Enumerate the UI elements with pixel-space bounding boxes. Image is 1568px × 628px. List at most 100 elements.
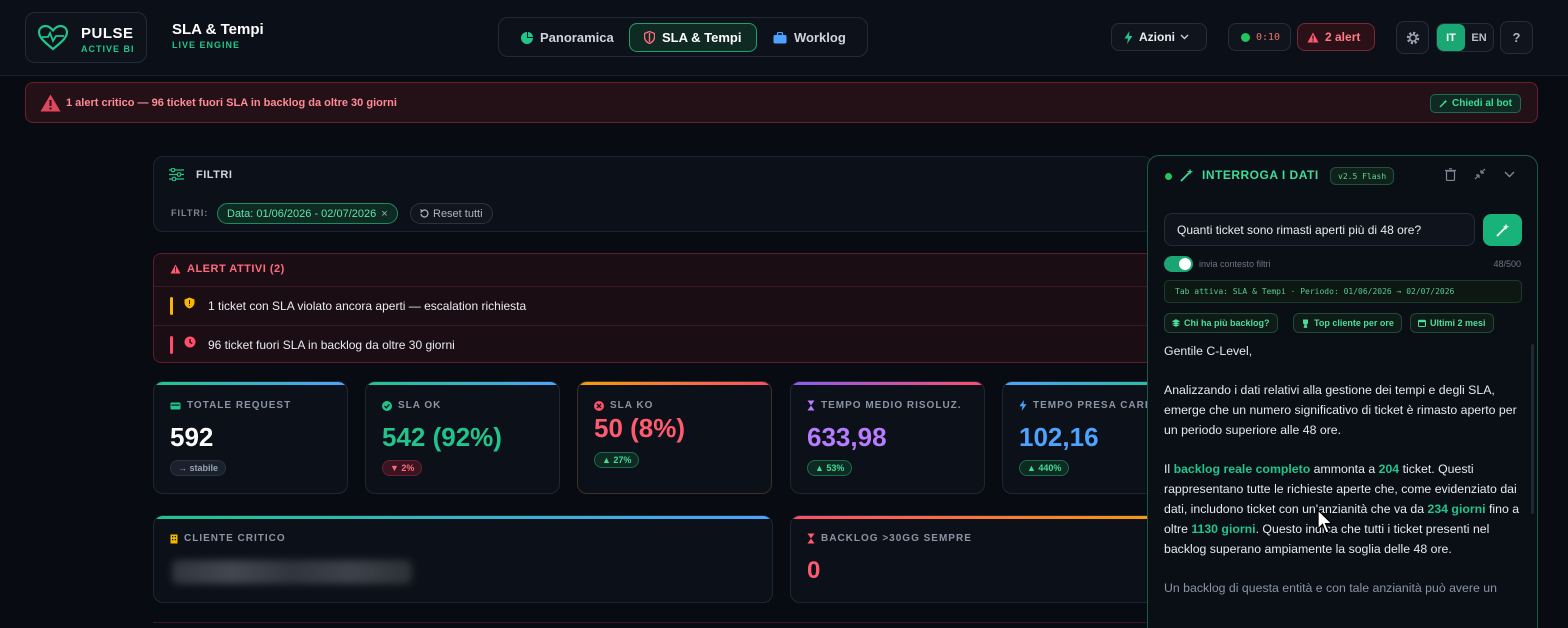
banner-text: 1 alert critico — 96 ticket fuori SLA in… xyxy=(66,97,397,109)
calendar-icon xyxy=(1418,319,1426,327)
lang-en-button[interactable]: EN xyxy=(1465,24,1493,51)
layers-icon xyxy=(1172,319,1180,327)
reset-label: Reset tutti xyxy=(433,207,483,220)
alerts-title-text: ALERT ATTIVI (2) xyxy=(187,263,285,275)
chevron-down-icon[interactable] xyxy=(1504,171,1515,178)
suggestion-text: Chi ha più backlog? xyxy=(1184,318,1270,328)
kpi-label: TEMPO PRESA CARICO xyxy=(1019,400,1166,411)
chat-question-input[interactable] xyxy=(1164,213,1475,246)
chevron-down-icon xyxy=(1180,34,1189,40)
close-icon[interactable]: × xyxy=(381,208,387,220)
hourglass-icon xyxy=(807,400,815,411)
section-divider xyxy=(153,622,1153,628)
kpi-sla-ok[interactable]: SLA OK 542 (92%) ▼ 2% xyxy=(365,381,560,494)
filter-panel: FILTRI FILTRI: Data: 01/06/2026 - 02/07/… xyxy=(153,156,1153,232)
kpi-label-text: TOTALE REQUEST xyxy=(187,400,292,411)
card-label: BACKLOG >30GG SEMPRE xyxy=(807,533,972,544)
backlog-value: 0 xyxy=(807,557,821,584)
hourglass-icon xyxy=(807,533,815,544)
kpi-value: 592 xyxy=(170,422,214,452)
card-label-text: CLIENTE CRITICO xyxy=(184,533,286,544)
reset-icon xyxy=(420,209,429,218)
accent-line xyxy=(791,516,1169,519)
filter-header[interactable]: FILTRI xyxy=(169,168,232,181)
page-subtitle: LIVE ENGINE xyxy=(172,40,241,50)
kpi-avg-resolution-time[interactable]: TEMPO MEDIO RISOLUZ. 633,98 ▲ 53% xyxy=(790,381,985,494)
chat-scrollbar[interactable] xyxy=(1531,344,1534,514)
chat-header: INTERROGA I DATI v2.5 Flash xyxy=(1148,156,1537,196)
lightning-icon xyxy=(1019,400,1027,411)
card-label: CLIENTE CRITICO xyxy=(170,533,286,544)
trend-badge: ▲ 440% xyxy=(1019,460,1070,476)
suggestion-chip[interactable]: Top cliente per ore xyxy=(1293,313,1402,333)
collapse-icon[interactable] xyxy=(1474,168,1486,180)
pie-chart-icon xyxy=(521,31,533,44)
date-filter-text: Data: 01/06/2026 - 02/07/2026 xyxy=(227,207,377,220)
highlight-text: 234 giorni xyxy=(1427,502,1486,516)
warning-icon xyxy=(1307,32,1319,42)
app-header: PULSE ACTIVE BI SLA & Tempi LIVE ENGINE … xyxy=(0,0,1568,76)
kpi-label-text: SLA OK xyxy=(398,400,442,411)
actions-label: Azioni xyxy=(1139,30,1175,44)
suggestion-chip[interactable]: Chi ha più backlog? xyxy=(1164,313,1278,333)
brand-logo[interactable]: PULSE ACTIVE BI xyxy=(25,12,147,63)
date-filter-chip[interactable]: Data: 01/06/2026 - 02/07/2026 × xyxy=(217,203,398,224)
trend-badge: ▼ 2% xyxy=(382,460,423,476)
language-switch: IT EN xyxy=(1436,23,1494,52)
help-button[interactable]: ? xyxy=(1500,21,1533,54)
alert-item[interactable]: 96 ticket fuori SLA in backlog da oltre … xyxy=(154,325,1152,364)
kpi-label: TEMPO MEDIO RISOLUZ. xyxy=(807,400,962,411)
alerts-button[interactable]: 2 alert xyxy=(1297,23,1375,51)
active-alerts-panel: ALERT ATTIVI (2) 1 ticket con SLA violat… xyxy=(153,253,1153,363)
reset-filters-button[interactable]: Reset tutti xyxy=(410,203,493,224)
chat-title: INTERROGA I DATI xyxy=(1180,168,1319,182)
accent-line xyxy=(154,382,347,385)
building-icon xyxy=(170,534,178,543)
filter-context-toggle[interactable] xyxy=(1164,256,1193,272)
kpi-sla-ko[interactable]: SLA KO 50 (8%) ▲ 27% xyxy=(577,381,772,494)
heart-pulse-icon xyxy=(38,25,68,51)
tab-worklog[interactable]: Worklog xyxy=(763,23,858,52)
model-version-badge: v2.5 Flash xyxy=(1330,167,1395,185)
alert-text: 1 ticket con SLA violato ancora aperti —… xyxy=(208,299,527,313)
filter-title: FILTRI xyxy=(196,168,233,181)
kpi-label: SLA KO xyxy=(594,400,653,411)
check-circle-icon xyxy=(382,400,392,411)
critical-client-card[interactable]: CLIENTE CRITICO xyxy=(153,515,773,603)
gear-icon xyxy=(1406,31,1419,44)
warning-icon xyxy=(170,264,181,274)
highlight-text: backlog reale completo xyxy=(1173,462,1311,476)
x-circle-icon xyxy=(594,400,604,411)
redacted-client-name xyxy=(172,560,412,584)
alert-item[interactable]: 1 ticket con SLA violato ancora aperti —… xyxy=(154,286,1152,325)
ticket-icon xyxy=(170,402,181,409)
alert-text: 96 ticket fuori SLA in backlog da oltre … xyxy=(208,338,455,352)
clock-icon xyxy=(184,336,196,348)
accent-line xyxy=(791,382,984,385)
settings-button[interactable] xyxy=(1396,21,1429,54)
tab-panoramica[interactable]: Panoramica xyxy=(509,23,634,52)
suggestion-chip[interactable]: Ultimi 2 mesi xyxy=(1410,313,1494,333)
trash-icon[interactable] xyxy=(1445,168,1456,181)
lightning-icon xyxy=(1124,30,1133,44)
actions-dropdown[interactable]: Azioni xyxy=(1111,23,1207,51)
magic-wand-icon xyxy=(1180,168,1194,182)
backlog-30-days-card[interactable]: BACKLOG >30GG SEMPRE 0 xyxy=(790,515,1170,603)
lang-it-button[interactable]: IT xyxy=(1437,24,1465,51)
answer-paragraph: Analizzando i dati relativi alla gestion… xyxy=(1164,383,1517,437)
toggle-label: invia contesto filtri xyxy=(1199,259,1271,269)
trophy-icon xyxy=(1303,319,1308,328)
page-title: SLA & Tempi xyxy=(172,21,264,38)
card-label-text: BACKLOG >30GG SEMPRE xyxy=(821,533,972,544)
tab-sla-tempi[interactable]: SLA & Tempi xyxy=(629,23,757,52)
session-timer: 0:10 xyxy=(1228,23,1291,51)
tab-label: Panoramica xyxy=(540,30,614,45)
kpi-total-requests[interactable]: TOTALE REQUEST 592 → stabile xyxy=(153,381,348,494)
send-button[interactable] xyxy=(1483,214,1522,246)
ask-bot-button[interactable]: Chiedi al bot xyxy=(1430,94,1521,113)
answer-paragraph: Il backlog reale completo ammonta a 204 … xyxy=(1164,459,1524,559)
warning-icon xyxy=(40,94,61,112)
answer-greeting: Gentile C-Level, xyxy=(1164,344,1253,358)
brand-tagline: ACTIVE BI xyxy=(81,44,135,54)
main-tabs: Panoramica SLA & Tempi Worklog xyxy=(498,17,868,57)
